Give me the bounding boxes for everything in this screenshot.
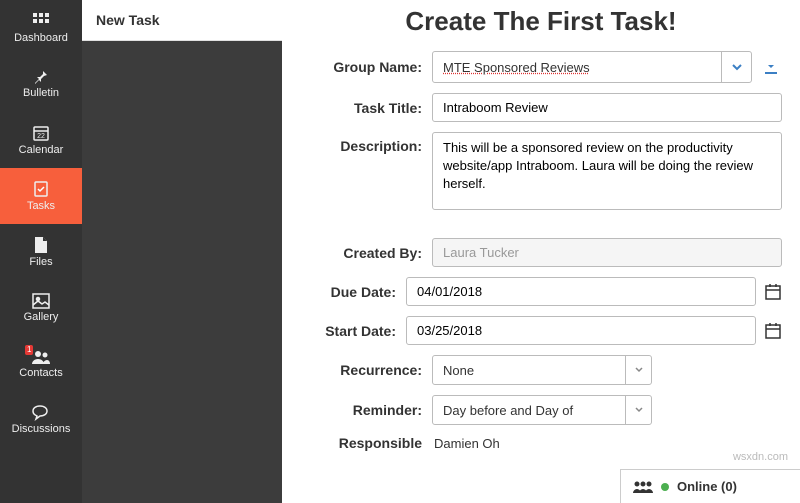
notification-badge: 1: [25, 345, 33, 355]
users-icon: 1: [31, 349, 51, 365]
status-dot-icon: [661, 483, 669, 491]
users-icon: [631, 480, 653, 494]
online-label: Online (0): [677, 479, 737, 494]
panel-title: New Task: [82, 0, 282, 41]
sidebar-item-files[interactable]: Files: [0, 224, 82, 280]
group-select[interactable]: MTE Sponsored Reviews: [432, 51, 752, 83]
sidebar-item-label: Discussions: [12, 423, 71, 435]
due-date-input[interactable]: [406, 277, 756, 306]
created-by-field: [432, 238, 782, 267]
label-start: Start Date:: [300, 323, 406, 339]
group-select-value: MTE Sponsored Reviews: [443, 60, 590, 75]
label-task: Task Title:: [300, 100, 432, 116]
sidebar-item-contacts[interactable]: 1 Contacts: [0, 336, 82, 392]
start-date-input[interactable]: [406, 316, 756, 345]
sidebar-item-gallery[interactable]: Gallery: [0, 280, 82, 336]
sidebar-item-bulletin[interactable]: Bulletin: [0, 56, 82, 112]
pin-icon: [33, 69, 49, 85]
sidebar-item-calendar[interactable]: 22 Calendar: [0, 112, 82, 168]
download-icon[interactable]: [760, 56, 782, 78]
label-desc: Description:: [300, 132, 432, 154]
secondary-panel: New Task: [82, 0, 282, 503]
chevron-down-icon[interactable]: [625, 396, 651, 424]
reminder-value: Day before and Day of: [433, 396, 625, 424]
online-status-bar[interactable]: Online (0): [620, 469, 800, 503]
sidebar-item-label: Dashboard: [14, 32, 68, 44]
grid-icon: [32, 12, 50, 30]
sidebar-item-label: Calendar: [19, 144, 64, 156]
description-textarea[interactable]: This will be a sponsored review on the p…: [432, 132, 782, 210]
sidebar-item-label: Bulletin: [23, 87, 59, 99]
calendar-picker-icon[interactable]: [764, 283, 782, 301]
sidebar-item-dashboard[interactable]: Dashboard: [0, 0, 82, 56]
label-remind: Reminder:: [300, 402, 432, 418]
task-title-input[interactable]: [432, 93, 782, 122]
calendar-icon: 22: [32, 124, 50, 142]
responsible-person: Damien Oh: [432, 436, 500, 451]
sidebar-item-label: Files: [29, 256, 52, 268]
svg-text:22: 22: [37, 133, 45, 140]
label-recur: Recurrence:: [300, 362, 432, 378]
reminder-select[interactable]: Day before and Day of: [432, 395, 652, 425]
file-icon: [33, 236, 49, 254]
recurrence-select[interactable]: None: [432, 355, 652, 385]
page-title: Create The First Task!: [300, 6, 782, 37]
chat-icon: [32, 405, 50, 421]
clipboard-check-icon: [32, 180, 50, 198]
sidebar-item-label: Contacts: [19, 367, 62, 379]
label-resp: Responsible: [300, 435, 432, 451]
chevron-down-icon[interactable]: [721, 52, 751, 82]
label-due: Due Date:: [300, 284, 406, 300]
sidebar-item-label: Gallery: [24, 311, 59, 323]
recurrence-value: None: [433, 356, 625, 384]
watermark: wsxdn.com: [733, 451, 788, 463]
main-content: Create The First Task! Group Name: MTE S…: [282, 0, 800, 503]
sidebar-item-discussions[interactable]: Discussions: [0, 392, 82, 448]
label-group: Group Name:: [300, 59, 432, 75]
label-created: Created By:: [300, 245, 432, 261]
image-icon: [32, 293, 50, 309]
sidebar: Dashboard Bulletin 22 Calendar Tasks Fil…: [0, 0, 82, 503]
sidebar-item-tasks[interactable]: Tasks: [0, 168, 82, 224]
chevron-down-icon[interactable]: [625, 356, 651, 384]
calendar-picker-icon[interactable]: [764, 322, 782, 340]
sidebar-item-label: Tasks: [27, 200, 55, 212]
